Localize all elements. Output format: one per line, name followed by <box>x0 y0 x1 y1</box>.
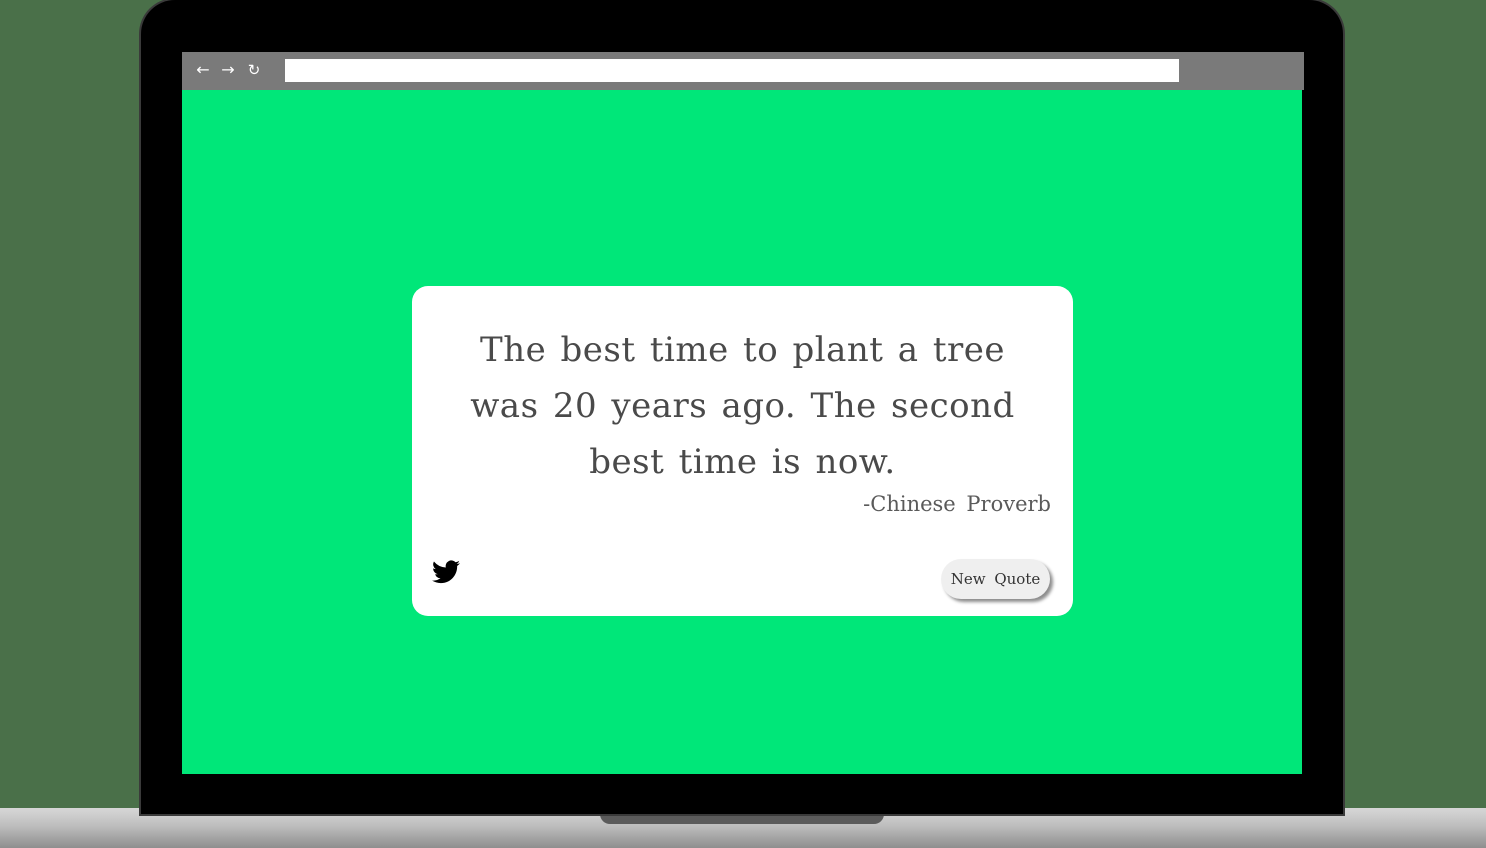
address-bar[interactable] <box>285 59 1179 82</box>
new-quote-button[interactable]: New Quote <box>941 559 1050 599</box>
arrow-left-icon[interactable]: ← <box>194 60 212 80</box>
tweet-quote-link[interactable] <box>432 560 462 586</box>
browser-toolbar: ← → ↻ <box>182 52 1304 90</box>
quote-text: The best time to plant a tree was 20 yea… <box>470 330 1015 482</box>
reload-icon[interactable]: ↻ <box>245 60 263 80</box>
laptop-mockup: ← → ↻ The best time to plant a tree was … <box>0 0 1486 848</box>
page-background: The best time to plant a tree was 20 yea… <box>182 90 1302 774</box>
quote-author: -Chinese Proverb <box>863 492 1051 516</box>
quote-card: The best time to plant a tree was 20 yea… <box>412 286 1073 616</box>
arrow-right-icon[interactable]: → <box>219 60 237 80</box>
browser-window: ← → ↻ The best time to plant a tree was … <box>182 52 1304 774</box>
twitter-icon <box>432 560 460 584</box>
